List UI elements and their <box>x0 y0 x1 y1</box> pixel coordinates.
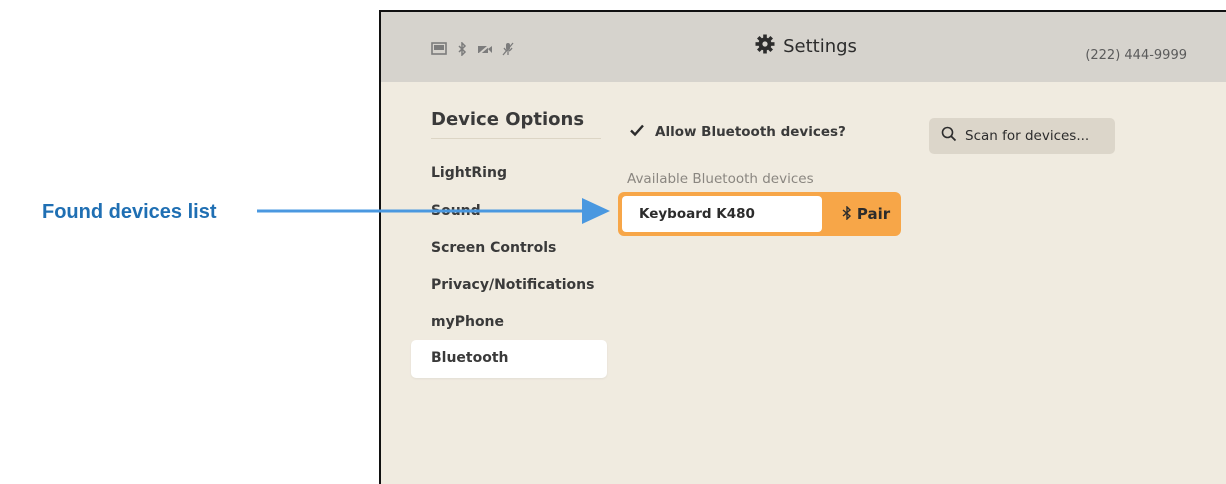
pair-button[interactable]: Pair <box>830 192 901 236</box>
scan-button-label: Scan for devices... <box>965 128 1090 144</box>
sidebar-heading: Device Options <box>431 109 585 130</box>
device-name: Keyboard K480 <box>622 196 822 232</box>
allow-bluetooth-checkbox[interactable]: Allow Bluetooth devices? <box>629 122 846 141</box>
pair-button-label: Pair <box>856 205 891 223</box>
available-devices-label: Available Bluetooth devices <box>627 171 814 187</box>
scan-for-devices-button[interactable]: Scan for devices... <box>929 118 1115 154</box>
sidebar-item-sound[interactable]: Sound <box>431 203 481 219</box>
title-text: Settings <box>783 35 857 57</box>
sidebar-item-privacy-notifications[interactable]: Privacy/Notifications <box>431 277 594 293</box>
sidebar-item-screen-controls[interactable]: Screen Controls <box>431 240 556 256</box>
sidebar-item-myphone[interactable]: myPhone <box>431 314 504 330</box>
checkmark-icon <box>629 122 645 141</box>
sidebar-item-bluetooth[interactable]: Bluetooth <box>411 340 607 378</box>
header-bar: Settings (222) 444-9999 <box>381 12 1226 82</box>
search-icon <box>941 126 957 146</box>
bluetooth-icon <box>841 204 853 224</box>
gear-icon <box>755 34 775 58</box>
sidebar-item-lightring[interactable]: LightRing <box>431 165 507 181</box>
sidebar-divider <box>431 138 601 139</box>
phone-number: (222) 444-9999 <box>1085 48 1187 63</box>
allow-bluetooth-label: Allow Bluetooth devices? <box>655 123 846 140</box>
callout-label: Found devices list <box>42 201 217 223</box>
device-list-item: Keyboard K480 Pair <box>618 192 901 236</box>
device-screen: Settings (222) 444-9999 Device Options L… <box>379 10 1226 484</box>
